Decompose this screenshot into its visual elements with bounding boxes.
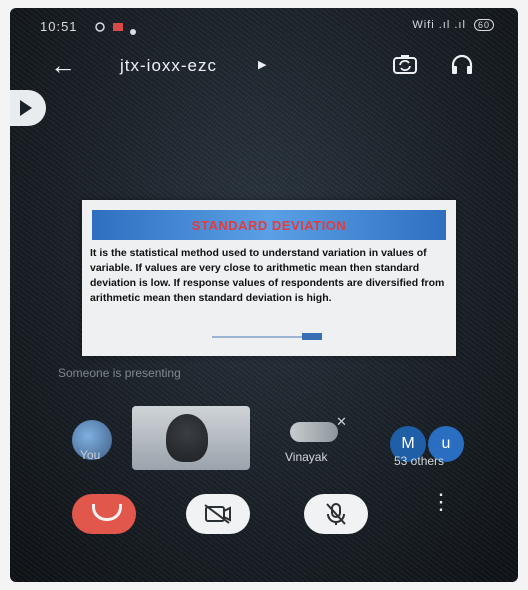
caret-right-icon[interactable]: ▶ xyxy=(258,58,266,71)
mic-toggle-button[interactable] xyxy=(304,494,368,534)
others-count[interactable]: 53 others xyxy=(394,454,444,468)
participant-name-you: You xyxy=(80,448,101,462)
camera-off-icon xyxy=(204,504,231,524)
participant-avatar-vinayak[interactable] xyxy=(290,422,338,442)
battery-icon: 60 xyxy=(473,19,494,31)
slide-title: STANDARD DEVIATION xyxy=(191,218,347,233)
side-panel-toggle[interactable] xyxy=(10,90,46,126)
status-right: Wifi .ıl .ıl 60 xyxy=(412,19,494,31)
app-bar: ← jtx-ioxx-ezc ▶ xyxy=(10,46,518,86)
slide-banner: STANDARD DEVIATION xyxy=(92,210,446,240)
sync-icon xyxy=(94,21,106,36)
dot-icon xyxy=(130,23,136,38)
mic-off-icon xyxy=(326,503,346,525)
status-time: 10:51 xyxy=(40,19,78,34)
presenting-label: Someone is presenting xyxy=(58,366,181,380)
slide-body: It is the statistical method used to und… xyxy=(90,247,445,304)
camera-switch-icon[interactable] xyxy=(392,54,418,81)
arrow-left-icon[interactable]: ← xyxy=(50,52,76,78)
headphones-icon[interactable] xyxy=(450,54,474,81)
signal-text: Wifi .ıl .ıl xyxy=(412,19,466,31)
participant-video-tile[interactable] xyxy=(132,406,250,470)
camera-toggle-button[interactable] xyxy=(186,494,250,534)
presentation-slide: STANDARD DEVIATION It is the statistical… xyxy=(82,200,456,356)
notification-icon xyxy=(112,21,124,36)
more-vert-icon[interactable]: ⋮ xyxy=(430,491,452,513)
mic-off-icon: ✕ xyxy=(336,414,347,429)
status-bar: 10:51 Wifi .ıl .ıl 60 xyxy=(10,16,518,38)
participant-name-vinayak: Vinayak xyxy=(285,450,328,464)
phone-hangup-icon xyxy=(92,504,122,521)
end-call-button[interactable] xyxy=(72,494,136,534)
slide-footer-mark xyxy=(302,333,322,340)
video-person xyxy=(166,414,208,462)
meeting-code[interactable]: jtx-ioxx-ezc xyxy=(120,56,217,76)
meeting-screen: 10:51 Wifi .ıl .ıl 60 ← jtx-ioxx-ezc ▶ S… xyxy=(10,8,518,582)
